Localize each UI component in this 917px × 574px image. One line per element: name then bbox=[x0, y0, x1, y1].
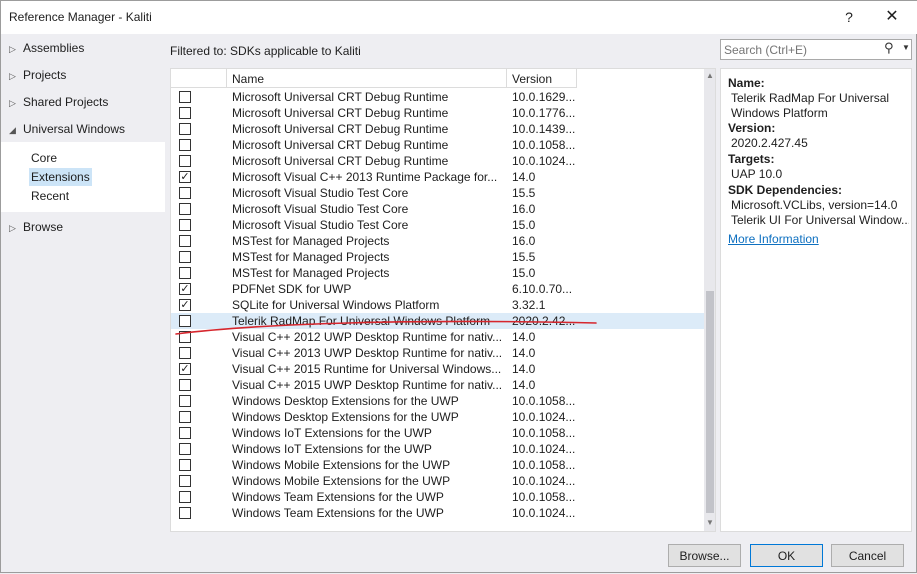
red-underline-annotation bbox=[175, 320, 597, 335]
reference-manager-window: Reference Manager - Kaliti ? ✕ ▷ Assembli… bbox=[0, 0, 917, 573]
